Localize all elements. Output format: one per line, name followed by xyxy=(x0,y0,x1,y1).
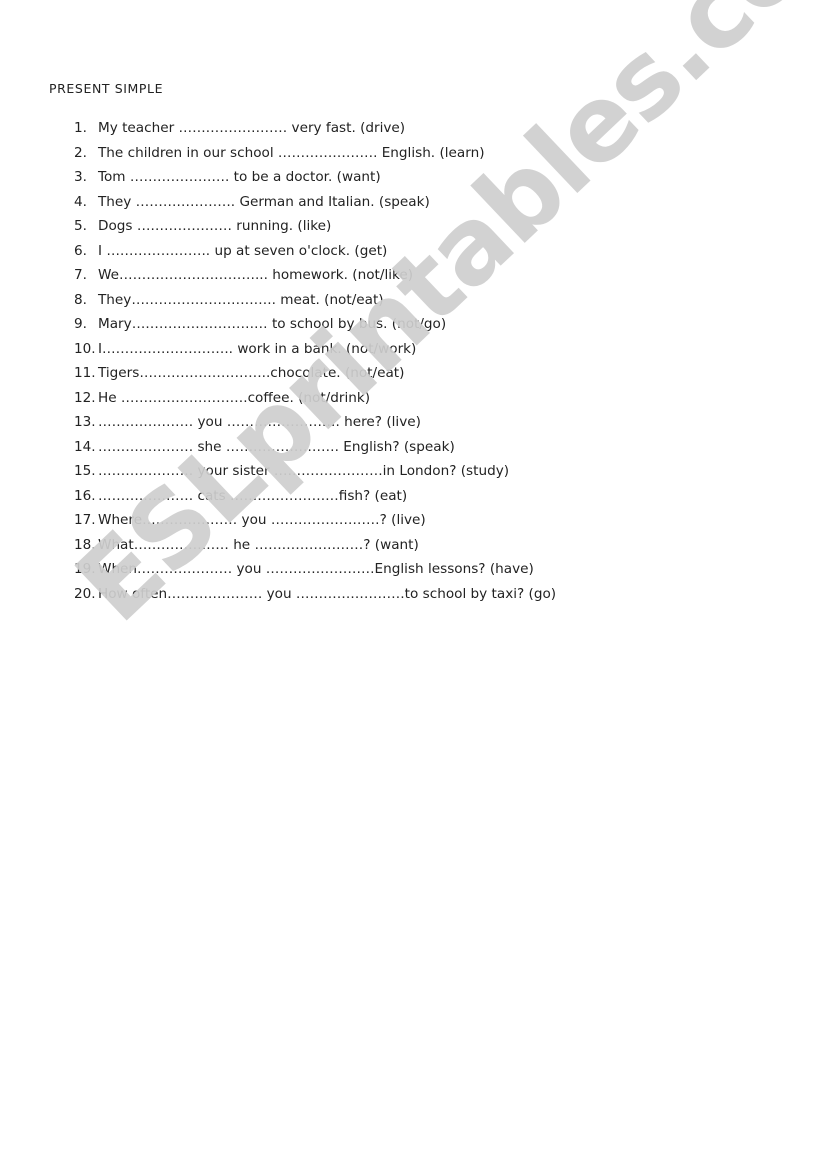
exercise-item: 11. Tigers………………………..chocolate. (not/eat) xyxy=(0,362,826,387)
exercise-item: 10. I……………………….. work in a bank. (not/wor… xyxy=(0,338,826,363)
item-text: I……………………….. work in a bank. (not/work) xyxy=(98,340,417,357)
item-text: Tigers………………………..chocolate. (not/eat) xyxy=(98,365,405,381)
item-text: Tom …………………. to be a doctor. (want) xyxy=(98,169,381,185)
item-number: 16. xyxy=(74,487,96,504)
exercise-item: 1. My teacher …………………… very fast. (drive) xyxy=(0,117,826,142)
exercise-item: 4. They …………………. German and Italian. (spe… xyxy=(0,191,826,216)
exercise-item: 15.………………… your sister ……………………in London… xyxy=(0,460,826,485)
item-text: When………………… you ……………………English lessons?… xyxy=(98,561,534,577)
exercise-item: 19. When………………… you ……………………English lesso… xyxy=(0,558,826,583)
exercise-item: 9. Mary………………………… to school by bus. (not/… xyxy=(0,313,826,338)
item-number: 2. xyxy=(74,144,87,161)
exercise-item: 18. What………………… he ……………………? (want) xyxy=(0,534,826,559)
exercise-item: 7. We…………………………... homework. (not/like) xyxy=(0,264,826,289)
item-text: My teacher …………………… very fast. (drive) xyxy=(98,120,406,136)
item-number: 17. xyxy=(74,512,96,528)
exercise-list: 1. My teacher …………………… very fast. (drive)… xyxy=(0,117,826,607)
item-text: They …………………. German and Italian. (speak… xyxy=(98,193,430,210)
item-text: How often………………… you ……………………to school b… xyxy=(98,585,557,602)
exercise-item: 5. Dogs ………………… running. (like) xyxy=(0,215,826,240)
worksheet-page: PRESENT SIMPLE 1. My teacher …………………… ver… xyxy=(0,0,826,1169)
item-number: 5. xyxy=(74,218,87,234)
item-text: We…………………………... homework. (not/like) xyxy=(98,267,414,283)
item-text: ………………… your sister ……………………in London? (… xyxy=(98,463,510,479)
worksheet-title: PRESENT SIMPLE xyxy=(49,81,164,96)
item-number: 8. xyxy=(74,291,87,308)
item-number: 4. xyxy=(74,193,87,210)
exercise-item: 14.………………… she ……………………. English? (speak… xyxy=(0,436,826,461)
item-number: 10. xyxy=(74,340,96,357)
item-number: 11. xyxy=(74,365,96,381)
item-number: 3. xyxy=(74,169,87,185)
exercise-item: 3. Tom …………………. to be a doctor. (want) xyxy=(0,166,826,191)
exercise-item: 6. I ………………….. up at seven o'clock. (get) xyxy=(0,240,826,265)
exercise-item: 17. Where………………… you ……………………? (live) xyxy=(0,509,826,534)
item-text: Mary………………………… to school by bus. (not/go… xyxy=(98,316,447,332)
item-text: They………………………….. meat. (not/eat) xyxy=(98,291,384,308)
item-number: 1. xyxy=(74,120,87,136)
item-number: 15. xyxy=(74,463,96,479)
item-number: 9. xyxy=(74,316,87,332)
item-number: 18. xyxy=(74,536,96,553)
item-text: He ……………………….coffee. (not/drink) xyxy=(98,389,371,406)
item-number: 14. xyxy=(74,438,96,455)
item-number: 12. xyxy=(74,389,96,406)
item-number: 19. xyxy=(74,561,96,577)
item-text: ………………… she ……………………. English? (speak) xyxy=(98,438,455,455)
item-text: ………………… you ……………………. here? (live) xyxy=(98,414,421,430)
item-number: 7. xyxy=(74,267,87,283)
item-text: Dogs ………………… running. (like) xyxy=(98,218,332,234)
item-number: 20. xyxy=(74,585,96,602)
exercise-item: 12. He ……………………….coffee. (not/drink) xyxy=(0,387,826,412)
exercise-item: 2. The children in our school …………………. En… xyxy=(0,142,826,167)
item-text: Where………………… you ……………………? (live) xyxy=(98,512,426,528)
item-text: What………………… he ……………………? (want) xyxy=(98,536,419,553)
item-text: I ………………….. up at seven o'clock. (get) xyxy=(98,242,388,259)
item-text: ………………… cats ……………………fish? (eat) xyxy=(98,487,408,504)
item-number: 13. xyxy=(74,414,96,430)
item-number: 6. xyxy=(74,242,87,259)
exercise-item: 20. How often………………… you ……………………to schoo… xyxy=(0,583,826,608)
item-text: The children in our school …………………. Engl… xyxy=(98,144,485,161)
exercise-item: 8. They………………………….. meat. (not/eat) xyxy=(0,289,826,314)
exercise-item: 13.………………… you ……………………. here? (live) xyxy=(0,411,826,436)
exercise-item: 16.………………… cats ……………………fish? (eat) xyxy=(0,485,826,510)
